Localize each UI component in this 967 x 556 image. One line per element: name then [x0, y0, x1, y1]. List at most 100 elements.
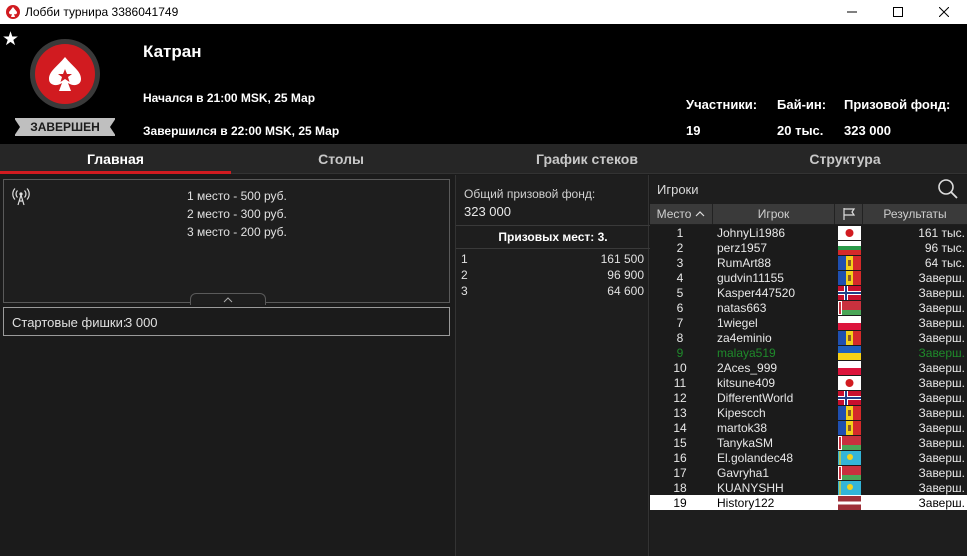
player-place: 4 — [676, 271, 684, 285]
player-place: 5 — [676, 286, 684, 300]
tab-stack-chart[interactable]: График стеков — [451, 144, 723, 174]
player-place: 12 — [673, 391, 687, 405]
payout-row: 2 96 900 — [461, 268, 644, 282]
player-name: kitsune409 — [717, 376, 776, 390]
norway-flag-icon — [838, 286, 861, 300]
player-name: malaya519 — [717, 346, 776, 360]
column-country-header[interactable] — [835, 204, 863, 224]
player-name: RumArt88 — [717, 256, 772, 270]
player-name: natas663 — [717, 301, 767, 315]
search-icon[interactable] — [937, 178, 959, 200]
players-title: Игроки — [657, 182, 699, 197]
player-place: 3 — [676, 256, 684, 270]
player-row[interactable]: 5 Kasper447520 Заверш. — [650, 285, 967, 300]
player-place: 14 — [673, 421, 687, 435]
moldova-flag-icon — [838, 256, 861, 270]
player-row[interactable]: 9 malaya519 Заверш. — [650, 345, 967, 360]
players-header: Игроки — [650, 175, 967, 203]
player-row[interactable]: 16 El.golandec48 Заверш. — [650, 450, 967, 465]
player-row[interactable]: 14 martok38 Заверш. — [650, 420, 967, 435]
player-row[interactable]: 10 2Aces_999 Заверш. — [650, 360, 967, 375]
player-row[interactable]: 4 gudvin11155 Заверш. — [650, 270, 967, 285]
players-table-header: Место Игрок Результаты — [650, 204, 967, 224]
payouts-panel: Общий призовой фонд: 323 000 Призовых ме… — [455, 175, 650, 556]
player-name: TanykaSM — [717, 436, 774, 450]
tab-structure[interactable]: Структура — [723, 144, 967, 174]
player-row[interactable]: 3 RumArt88 64 тыс. — [650, 255, 967, 270]
japan-flag-icon — [838, 376, 861, 390]
broadcast-antenna-icon — [12, 188, 30, 206]
player-result: 64 тыс. — [924, 256, 965, 270]
prize-line: 3 место - 200 руб. — [187, 225, 287, 239]
player-row[interactable]: 17 Gavryha1 Заверш. — [650, 465, 967, 480]
player-place: 10 — [673, 361, 687, 375]
player-place: 6 — [676, 301, 684, 315]
player-name: 2Aces_999 — [717, 361, 778, 375]
japan-flag-icon — [838, 226, 861, 240]
player-name: Gavryha1 — [717, 466, 770, 480]
player-row[interactable]: 8 za4eminio Заверш. — [650, 330, 967, 345]
column-place-header[interactable]: Место — [650, 204, 713, 224]
bulgaria-flag-icon — [838, 241, 861, 255]
player-row[interactable]: 7 1wiegel Заверш. — [650, 315, 967, 330]
player-row[interactable]: 2 perz1957 96 тыс. — [650, 240, 967, 255]
player-name: El.golandec48 — [717, 451, 794, 465]
maximize-button[interactable] — [875, 0, 921, 24]
player-result: Заверш. — [918, 406, 965, 420]
column-player-header[interactable]: Игрок — [713, 204, 835, 224]
player-row[interactable]: 18 KUANYSHH Заверш. — [650, 480, 967, 495]
player-row[interactable]: 1 JohnyLi1986 161 тыс. — [650, 225, 967, 240]
players-panel: Игроки Место Игрок Результаты 1 JohnyLi1… — [650, 175, 967, 556]
player-place: 19 — [673, 496, 687, 510]
collapse-toggle[interactable] — [190, 293, 266, 305]
favorite-star-icon[interactable]: ★ — [2, 30, 19, 49]
buyin-value: 20 тыс. — [777, 123, 824, 138]
player-place: 2 — [676, 241, 684, 255]
moldova-flag-icon — [838, 406, 861, 420]
player-name: za4eminio — [717, 331, 772, 345]
player-name: gudvin11155 — [717, 271, 784, 285]
player-row[interactable]: 11 kitsune409 Заверш. — [650, 375, 967, 390]
player-name: KUANYSHH — [717, 481, 784, 495]
payout-row: 1 161 500 — [461, 252, 644, 266]
player-name: martok38 — [717, 421, 768, 435]
ukraine-flag-icon — [838, 346, 861, 360]
player-row[interactable]: 13 Kipescch Заверш. — [650, 405, 967, 420]
player-place: 18 — [673, 481, 687, 495]
title-bar: Лобби турнира 3386041749 — [0, 0, 967, 24]
player-result: 96 тыс. — [924, 241, 965, 255]
player-row[interactable]: 15 TanykaSM Заверш. — [650, 435, 967, 450]
tab-tables[interactable]: Столы — [231, 144, 451, 174]
column-results-header[interactable]: Результаты — [863, 204, 967, 224]
player-place: 1 — [676, 226, 684, 240]
flag-icon — [842, 208, 855, 220]
minimize-button[interactable] — [829, 0, 875, 24]
participants-value: 19 — [686, 123, 701, 138]
player-place: 9 — [676, 346, 684, 360]
close-button[interactable] — [921, 0, 967, 24]
norway-flag-icon — [838, 391, 861, 405]
paid-places-title: Призовых мест: 3. — [456, 225, 650, 249]
player-place: 15 — [673, 436, 687, 450]
prizepool-label: Призовой фонд: — [844, 97, 951, 112]
close-icon — [939, 7, 949, 17]
player-result: Заверш. — [918, 346, 965, 360]
buyin-label: Бай-ин: — [777, 97, 827, 112]
start-time: Начался в 21:00 MSK, 25 Мар — [143, 91, 316, 105]
chevron-up-icon — [223, 296, 233, 302]
maximize-icon — [893, 7, 903, 17]
status-badge: ЗАВЕРШЕН — [14, 118, 116, 136]
player-row[interactable]: 6 natas663 Заверш. — [650, 300, 967, 315]
belarus-flag-icon — [838, 466, 861, 480]
belarus-flag-icon — [838, 301, 861, 315]
player-result: Заверш. — [918, 496, 965, 510]
tournament-header: ★ ЗАВЕРШЕН Катран Начался в 21:00 MSK, 2… — [0, 24, 967, 144]
player-row[interactable]: 12 DifferentWorld Заверш. — [650, 390, 967, 405]
tab-main[interactable]: Главная — [0, 144, 231, 174]
player-row[interactable]: 19 History122 Заверш. — [650, 495, 967, 510]
player-name: DifferentWorld — [717, 391, 794, 405]
window-title: Лобби турнира 3386041749 — [25, 5, 179, 19]
participants-label: Участники: — [686, 97, 758, 112]
prize-line: 1 место - 500 руб. — [187, 189, 287, 203]
spade-icon — [49, 57, 81, 91]
